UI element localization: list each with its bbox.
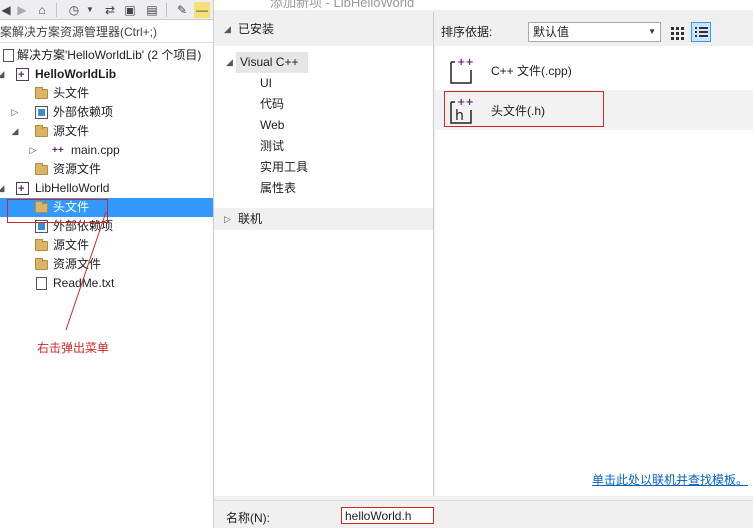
tree-item-external-deps[interactable]: ▷ 外部依赖项 — [0, 103, 213, 122]
category-code[interactable]: 代码 — [260, 94, 284, 115]
folder-icon — [35, 239, 48, 251]
expanded-icon[interactable]: ◢ — [0, 179, 6, 198]
expanded-icon[interactable]: ◢ — [224, 12, 231, 46]
annotation-highlight-box — [7, 199, 108, 223]
installed-children — [214, 50, 433, 208]
tree-item-folder[interactable]: 头文件 — [0, 84, 213, 103]
tree-item-folder[interactable]: 资源文件 — [0, 255, 213, 274]
tree-item-folder[interactable]: 资源文件 — [0, 160, 213, 179]
history-icon[interactable]: ◷ — [66, 2, 82, 18]
folder-icon — [35, 125, 48, 137]
name-label: 名称(N): — [226, 511, 270, 525]
forward-icon[interactable]: ▶ — [14, 2, 30, 18]
name-bar: 名称(N): — [214, 500, 753, 528]
solution-explorer: ◀ ▶ ⌂ ◷ ▼ ⇄ ▣ ▤ ✎ — 案解决方案资源管理器(Ctrl+;) 解… — [0, 0, 213, 528]
collapse-icon[interactable]: ▣ — [122, 2, 138, 18]
chevron-down-icon[interactable]: ▼ — [82, 2, 98, 18]
grid-view-button[interactable] — [667, 22, 687, 42]
svg-text:++: ++ — [457, 57, 473, 68]
template-pane: 排序依据: 默认值 ▼ ++ C++ 文件(.cpp) h ++ 头文件(.h)… — [435, 12, 753, 496]
solution-explorer-toolbar: ◀ ▶ ⌂ ◷ ▼ ⇄ ▣ ▤ ✎ — — [0, 0, 213, 20]
category-property-sheets[interactable]: 属性表 — [260, 178, 296, 199]
dialog-title: 添加新项 - LibHelloWorld — [270, 0, 415, 10]
tree-item-project-libhelloworld[interactable]: ◢ LibHelloWorld — [0, 179, 213, 199]
collapsed-icon[interactable]: ▷ — [10, 103, 20, 122]
expanded-icon[interactable]: ◢ — [226, 52, 236, 73]
solution-icon — [3, 49, 14, 62]
category-web[interactable]: Web — [260, 115, 284, 136]
tree-item-file-main-cpp[interactable]: ▷ ++ main.cpp — [0, 141, 213, 160]
chevron-down-icon: ▼ — [648, 27, 656, 36]
tree-item-folder[interactable]: 源文件 — [0, 236, 213, 255]
tree-item-file-readme[interactable]: ReadMe.txt — [0, 274, 213, 293]
expanded-icon[interactable]: ◢ — [10, 122, 20, 141]
category-pane: ◢ 已安装 ◢ Visual C++ UI 代码 Web 测试 实用工具 属性表… — [214, 12, 434, 496]
sort-bar: 排序依据: 默认值 ▼ — [435, 12, 753, 46]
annotation-text: 右击弹出菜单 — [37, 341, 110, 355]
tree-item-project-helloworldlib[interactable]: ◢ HelloWorldLib — [0, 65, 213, 85]
pin-icon[interactable]: — — [194, 2, 210, 18]
folder-icon — [35, 87, 48, 99]
annotation-highlight-box — [444, 91, 604, 127]
template-cpp-file[interactable]: ++ C++ 文件(.cpp) — [435, 50, 753, 90]
wrench-icon[interactable]: ✎ — [174, 2, 190, 18]
cpp-file-icon: ++ — [450, 57, 473, 84]
folder-icon — [35, 163, 48, 175]
category-visual-cpp[interactable]: Visual C++ — [236, 52, 308, 73]
tree-item-solution[interactable]: 解决方案'HelloWorldLib' (2 个项目) — [0, 46, 213, 65]
name-input[interactable] — [341, 507, 434, 524]
sync-icon[interactable]: ⇄ — [102, 2, 118, 18]
collapsed-icon[interactable]: ▷ — [224, 208, 231, 230]
category-utility[interactable]: 实用工具 — [260, 157, 308, 178]
sort-label: 排序依据: — [441, 25, 493, 39]
category-online[interactable]: ▷ 联机 — [214, 208, 433, 230]
project-icon — [16, 180, 29, 199]
expanded-icon[interactable]: ◢ — [0, 65, 6, 84]
back-icon[interactable]: ◀ — [0, 2, 14, 18]
list-view-button[interactable] — [691, 22, 711, 42]
category-ui[interactable]: UI — [260, 73, 272, 94]
project-icon — [16, 66, 29, 85]
home-icon[interactable]: ⌂ — [34, 2, 50, 18]
tree-item-folder[interactable]: ◢ 源文件 — [0, 122, 213, 141]
collapsed-icon[interactable]: ▷ — [28, 141, 38, 160]
online-templates-link[interactable]: 单击此处以联机并查找模板。 — [592, 471, 748, 488]
dialog-titlebar: 添加新项 - LibHelloWorld — [214, 0, 753, 10]
category-installed[interactable]: ◢ 已安装 — [214, 12, 433, 46]
cpp-file-icon: ++ — [52, 145, 64, 156]
show-all-files-icon[interactable]: ▤ — [144, 2, 160, 18]
add-new-item-dialog: 添加新项 - LibHelloWorld ◢ 已安装 ◢ Visual C++ … — [213, 0, 753, 528]
category-test[interactable]: 测试 — [260, 136, 284, 157]
sort-select[interactable]: 默认值 ▼ — [528, 22, 661, 42]
template-name: C++ 文件(.cpp) — [491, 64, 572, 78]
folder-icon — [35, 258, 48, 270]
text-file-icon — [36, 277, 47, 290]
external-deps-icon — [35, 106, 48, 119]
search-input[interactable]: 案解决方案资源管理器(Ctrl+;) — [0, 21, 213, 43]
